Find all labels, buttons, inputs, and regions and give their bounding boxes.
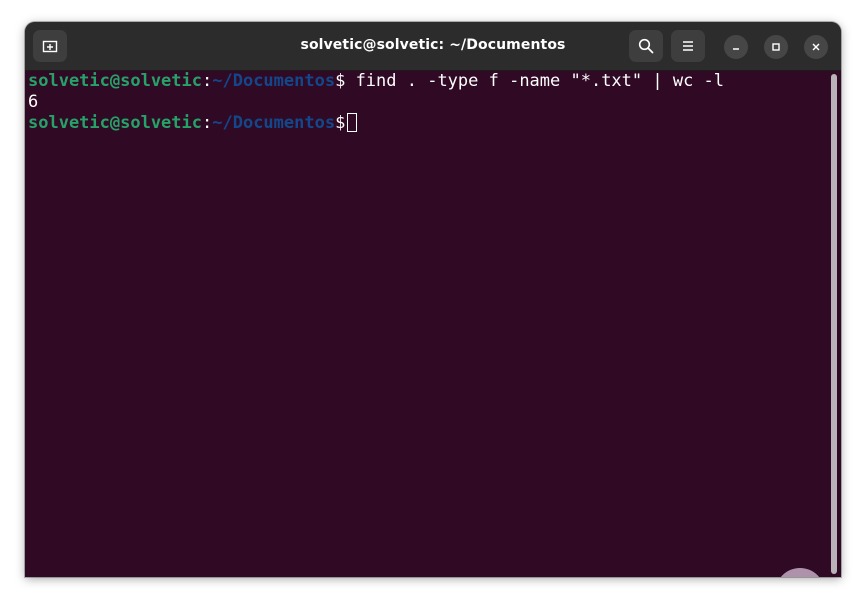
- close-icon: [812, 43, 820, 51]
- hamburger-menu-icon: [683, 41, 693, 51]
- menu-button[interactable]: [671, 30, 705, 62]
- search-icon: [638, 38, 654, 54]
- search-button[interactable]: [629, 30, 663, 62]
- prompt-colon: :: [202, 113, 213, 133]
- terminal-window: solvetic@solvetic: ~/Documentos solvetic…: [25, 22, 841, 577]
- command-output: 6: [28, 92, 39, 112]
- prompt-user: solvetic@solvetic: [28, 113, 202, 133]
- terminal-line-command: solvetic@solvetic:~/Documentos$ find . -…: [28, 71, 724, 92]
- maximize-icon: [772, 43, 780, 51]
- prompt-path: ~/Documentos: [212, 71, 336, 91]
- prompt-colon: :: [202, 71, 213, 91]
- terminal-line-output: 6: [28, 92, 38, 113]
- text-cursor: [347, 113, 358, 132]
- minimize-icon: [733, 48, 739, 50]
- close-button[interactable]: [804, 35, 828, 59]
- maximize-button[interactable]: [764, 35, 788, 59]
- prompt-path: ~/Documentos: [212, 113, 336, 133]
- header-bar: solvetic@solvetic: ~/Documentos: [25, 22, 841, 71]
- solvetic-logo-icon: [775, 568, 825, 577]
- minimize-button[interactable]: [724, 35, 748, 59]
- window-title: solvetic@solvetic: ~/Documentos: [300, 37, 566, 53]
- command-text: find . -type f -name "*.txt" | wc -l: [345, 71, 725, 91]
- prompt-user: solvetic@solvetic: [28, 71, 202, 91]
- terminal-output-area[interactable]: solvetic@solvetic:~/Documentos$ find . -…: [25, 71, 841, 577]
- scrollbar[interactable]: [831, 74, 837, 574]
- prompt-symbol: $: [335, 71, 346, 91]
- prompt-symbol: $: [335, 113, 346, 133]
- terminal-line-prompt: solvetic@solvetic:~/Documentos$: [28, 113, 358, 134]
